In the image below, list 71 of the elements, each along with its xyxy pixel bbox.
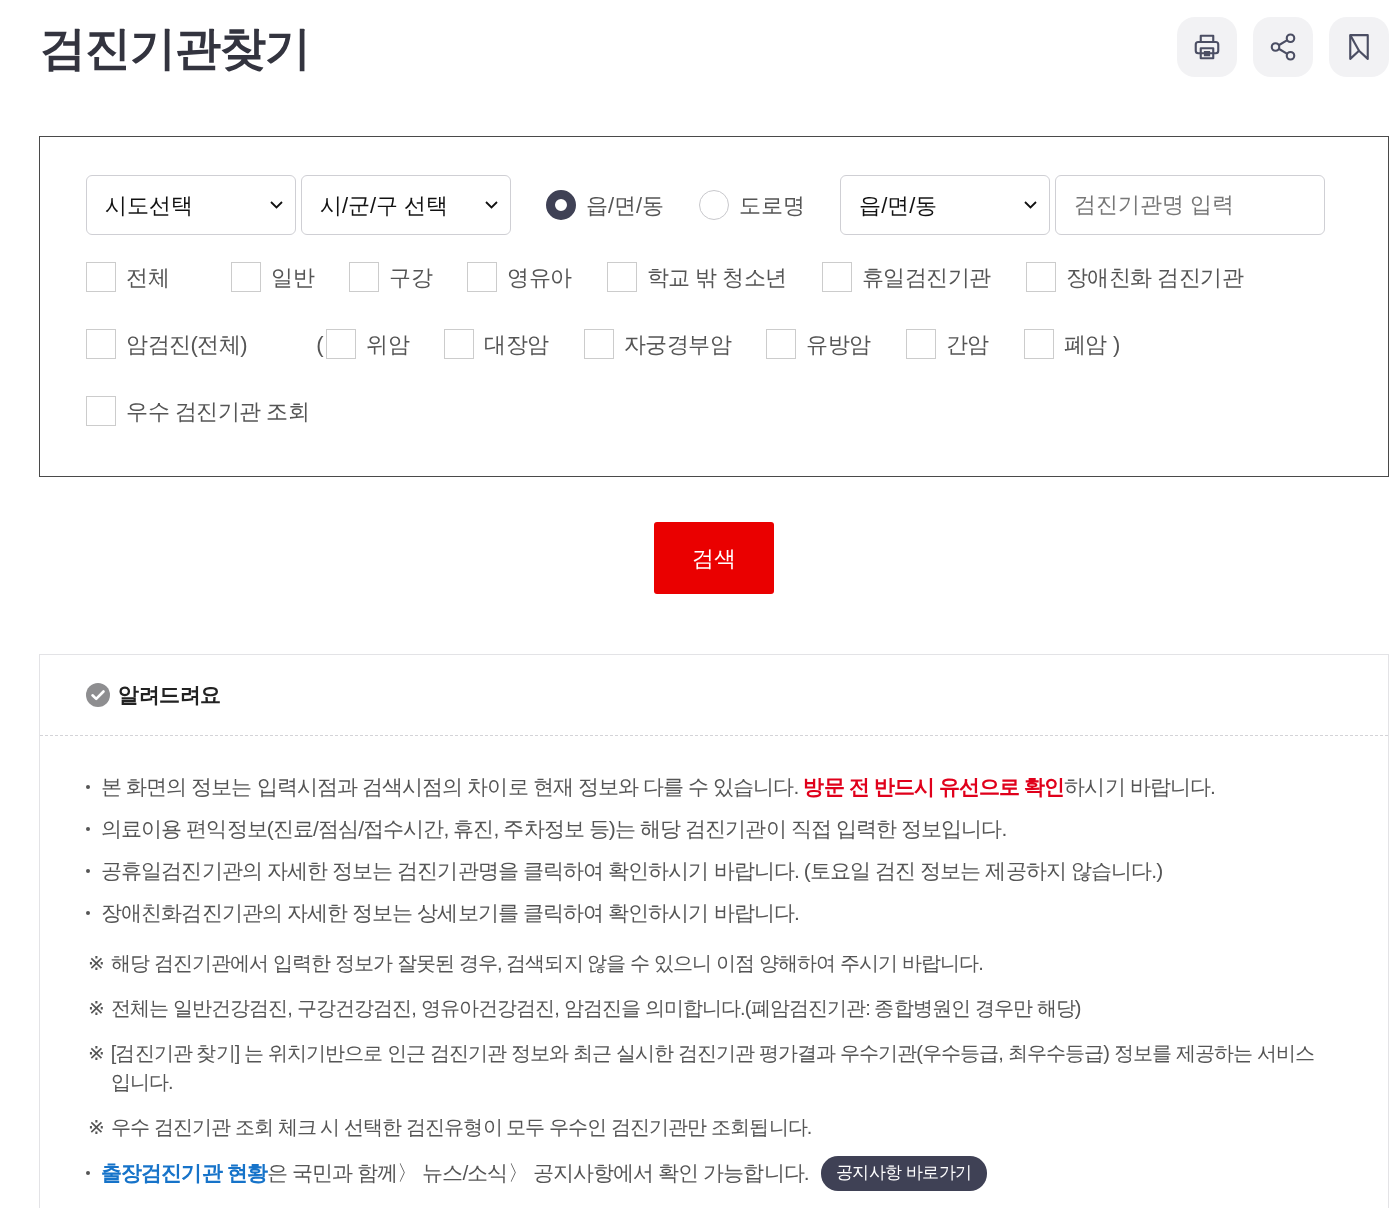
share-button[interactable] bbox=[1253, 17, 1313, 77]
notice-text: 본 화면의 정보는 입력시점과 검색시점의 차이로 현재 정보와 다를 수 있습니다. 방문 전 반드시 유선으로 확인하시기 바랍니다. bbox=[101, 774, 1215, 800]
check-circle-icon bbox=[86, 683, 110, 707]
checkbox-label: 우수 검진기관 조회 bbox=[126, 397, 310, 426]
checkbox-label: 장애친화 검진기관 bbox=[1065, 263, 1244, 292]
checkbox[interactable] bbox=[821, 262, 852, 292]
notice-text: 장애친화검진기관의 자세한 정보는 상세보기를 클릭하여 확인하시기 바랍니다. bbox=[101, 900, 799, 926]
checkbox-label: 구강 bbox=[389, 263, 432, 292]
caret-icon bbox=[485, 201, 498, 209]
checkbox-label: 폐암 bbox=[1064, 330, 1107, 359]
checkbox-label: 대장암 bbox=[484, 330, 549, 359]
bookmark-button[interactable] bbox=[1329, 17, 1389, 77]
notice-text: 해당 검진기관에서 입력한 정보가 잘못된 경우, 검색되지 않을 수 있으니 이점 양해하여 주시기 바랍니다. bbox=[110, 951, 983, 976]
radio-button[interactable] bbox=[546, 190, 576, 220]
printer-icon bbox=[1192, 32, 1222, 62]
caret-icon bbox=[1024, 201, 1038, 209]
dropdown-select[interactable]: 시도선택 bbox=[86, 175, 296, 235]
page-title: 검진기관찾기 bbox=[40, 21, 310, 76]
notice-text: [검진기관 찾기] 는 위치기반으로 인근 검진기관 정보와 최근 실시한 검진기관 평가결과 우수기관(우수등급, 최우수등급) 정보를 제공하는 서비스입니다. bbox=[110, 1041, 1315, 1095]
radio-label: 도로명 bbox=[739, 191, 806, 220]
bracket-text: ( bbox=[316, 330, 324, 359]
caret-icon bbox=[270, 201, 283, 209]
checkbox-label: 암검진(전체) bbox=[126, 330, 248, 359]
reference-mark: ※ bbox=[88, 1041, 105, 1066]
checkbox-label: 자궁경부암 bbox=[624, 330, 732, 359]
checkbox[interactable] bbox=[1024, 329, 1054, 359]
checkbox[interactable] bbox=[766, 329, 797, 359]
notice-text: 전체는 일반건강검진, 구강건강검진, 영유아건강검진, 암검진을 의미합니다.(폐암검진기관: 종합병원인 경우만 해당) bbox=[110, 996, 1081, 1021]
name-input-field[interactable]: 검진기관명 입력 bbox=[1055, 175, 1326, 235]
bullet-dot-icon bbox=[86, 827, 90, 831]
bullet-dot-icon bbox=[86, 911, 90, 915]
bracket-text: ) bbox=[1113, 330, 1121, 359]
checkbox-label: 유방암 bbox=[806, 330, 871, 359]
reference-mark: ※ bbox=[88, 1115, 105, 1140]
notice-text: 우수 검진기관 조회 체크 시 선택한 검진유형이 모두 우수인 검진기관만 조회됩니다. bbox=[110, 1115, 812, 1140]
checkbox-label: 간암 bbox=[946, 330, 989, 359]
notice-text: 공휴일검진기관의 자세한 정보는 검진기관명을 클릭하여 확인하시기 바랍니다. (토요일 검진 정보는 제공하지 않습니다.) bbox=[101, 858, 1163, 884]
checkbox[interactable] bbox=[231, 262, 261, 292]
checkbox[interactable] bbox=[584, 329, 614, 359]
dropdown-select[interactable]: 시/군/구 선택 bbox=[301, 175, 511, 235]
notice-text: 의료이용 편익정보(진료/점심/접수시간, 휴진, 주차정보 등)는 해당 검진기관이 직접 입력한 정보입니다. bbox=[101, 816, 1007, 842]
checkbox-label: 학교 밖 청소년 bbox=[646, 263, 787, 292]
print-button[interactable] bbox=[1177, 17, 1237, 77]
notice-title: 알려드려요 bbox=[118, 682, 221, 709]
search-button[interactable]: 검색 bbox=[654, 522, 774, 594]
reference-mark: ※ bbox=[88, 951, 105, 976]
checkbox-label: 위암 bbox=[366, 330, 410, 359]
checkbox[interactable] bbox=[1025, 262, 1056, 292]
checkbox[interactable] bbox=[606, 262, 637, 292]
checkbox[interactable] bbox=[467, 262, 497, 292]
checkbox-label: 영유아 bbox=[507, 263, 572, 292]
bullet-dot-icon bbox=[86, 785, 90, 789]
checkbox[interactable] bbox=[326, 329, 357, 359]
checkbox-label: 전체 bbox=[126, 263, 169, 292]
radio-label: 읍/면/동 bbox=[586, 191, 665, 220]
bullet-dot-icon bbox=[86, 869, 90, 873]
notice-text: 출장검진기관 현황은 국민과 함께〉 뉴스/소식〉 공지사항에서 확인 가능합니다. bbox=[101, 1160, 809, 1186]
checkbox[interactable] bbox=[444, 329, 475, 359]
checkbox-label: 일반 bbox=[271, 263, 314, 292]
checkbox-label: 휴일검진기관 bbox=[861, 263, 991, 292]
checkbox[interactable] bbox=[906, 329, 936, 359]
checkbox[interactable] bbox=[349, 262, 379, 292]
checkbox[interactable] bbox=[86, 329, 116, 359]
share-icon bbox=[1268, 32, 1298, 62]
notice-link[interactable]: 출장검진기관 현황 bbox=[101, 1161, 267, 1184]
checkbox[interactable] bbox=[86, 396, 116, 426]
notice-shortcut-button[interactable]: 공지사항 바로가기 bbox=[820, 1155, 987, 1191]
checkbox[interactable] bbox=[86, 262, 116, 292]
dropdown-select[interactable]: 읍/면/동 bbox=[840, 175, 1051, 235]
reference-mark: ※ bbox=[88, 996, 105, 1021]
bullet-dot-icon bbox=[86, 1171, 90, 1175]
